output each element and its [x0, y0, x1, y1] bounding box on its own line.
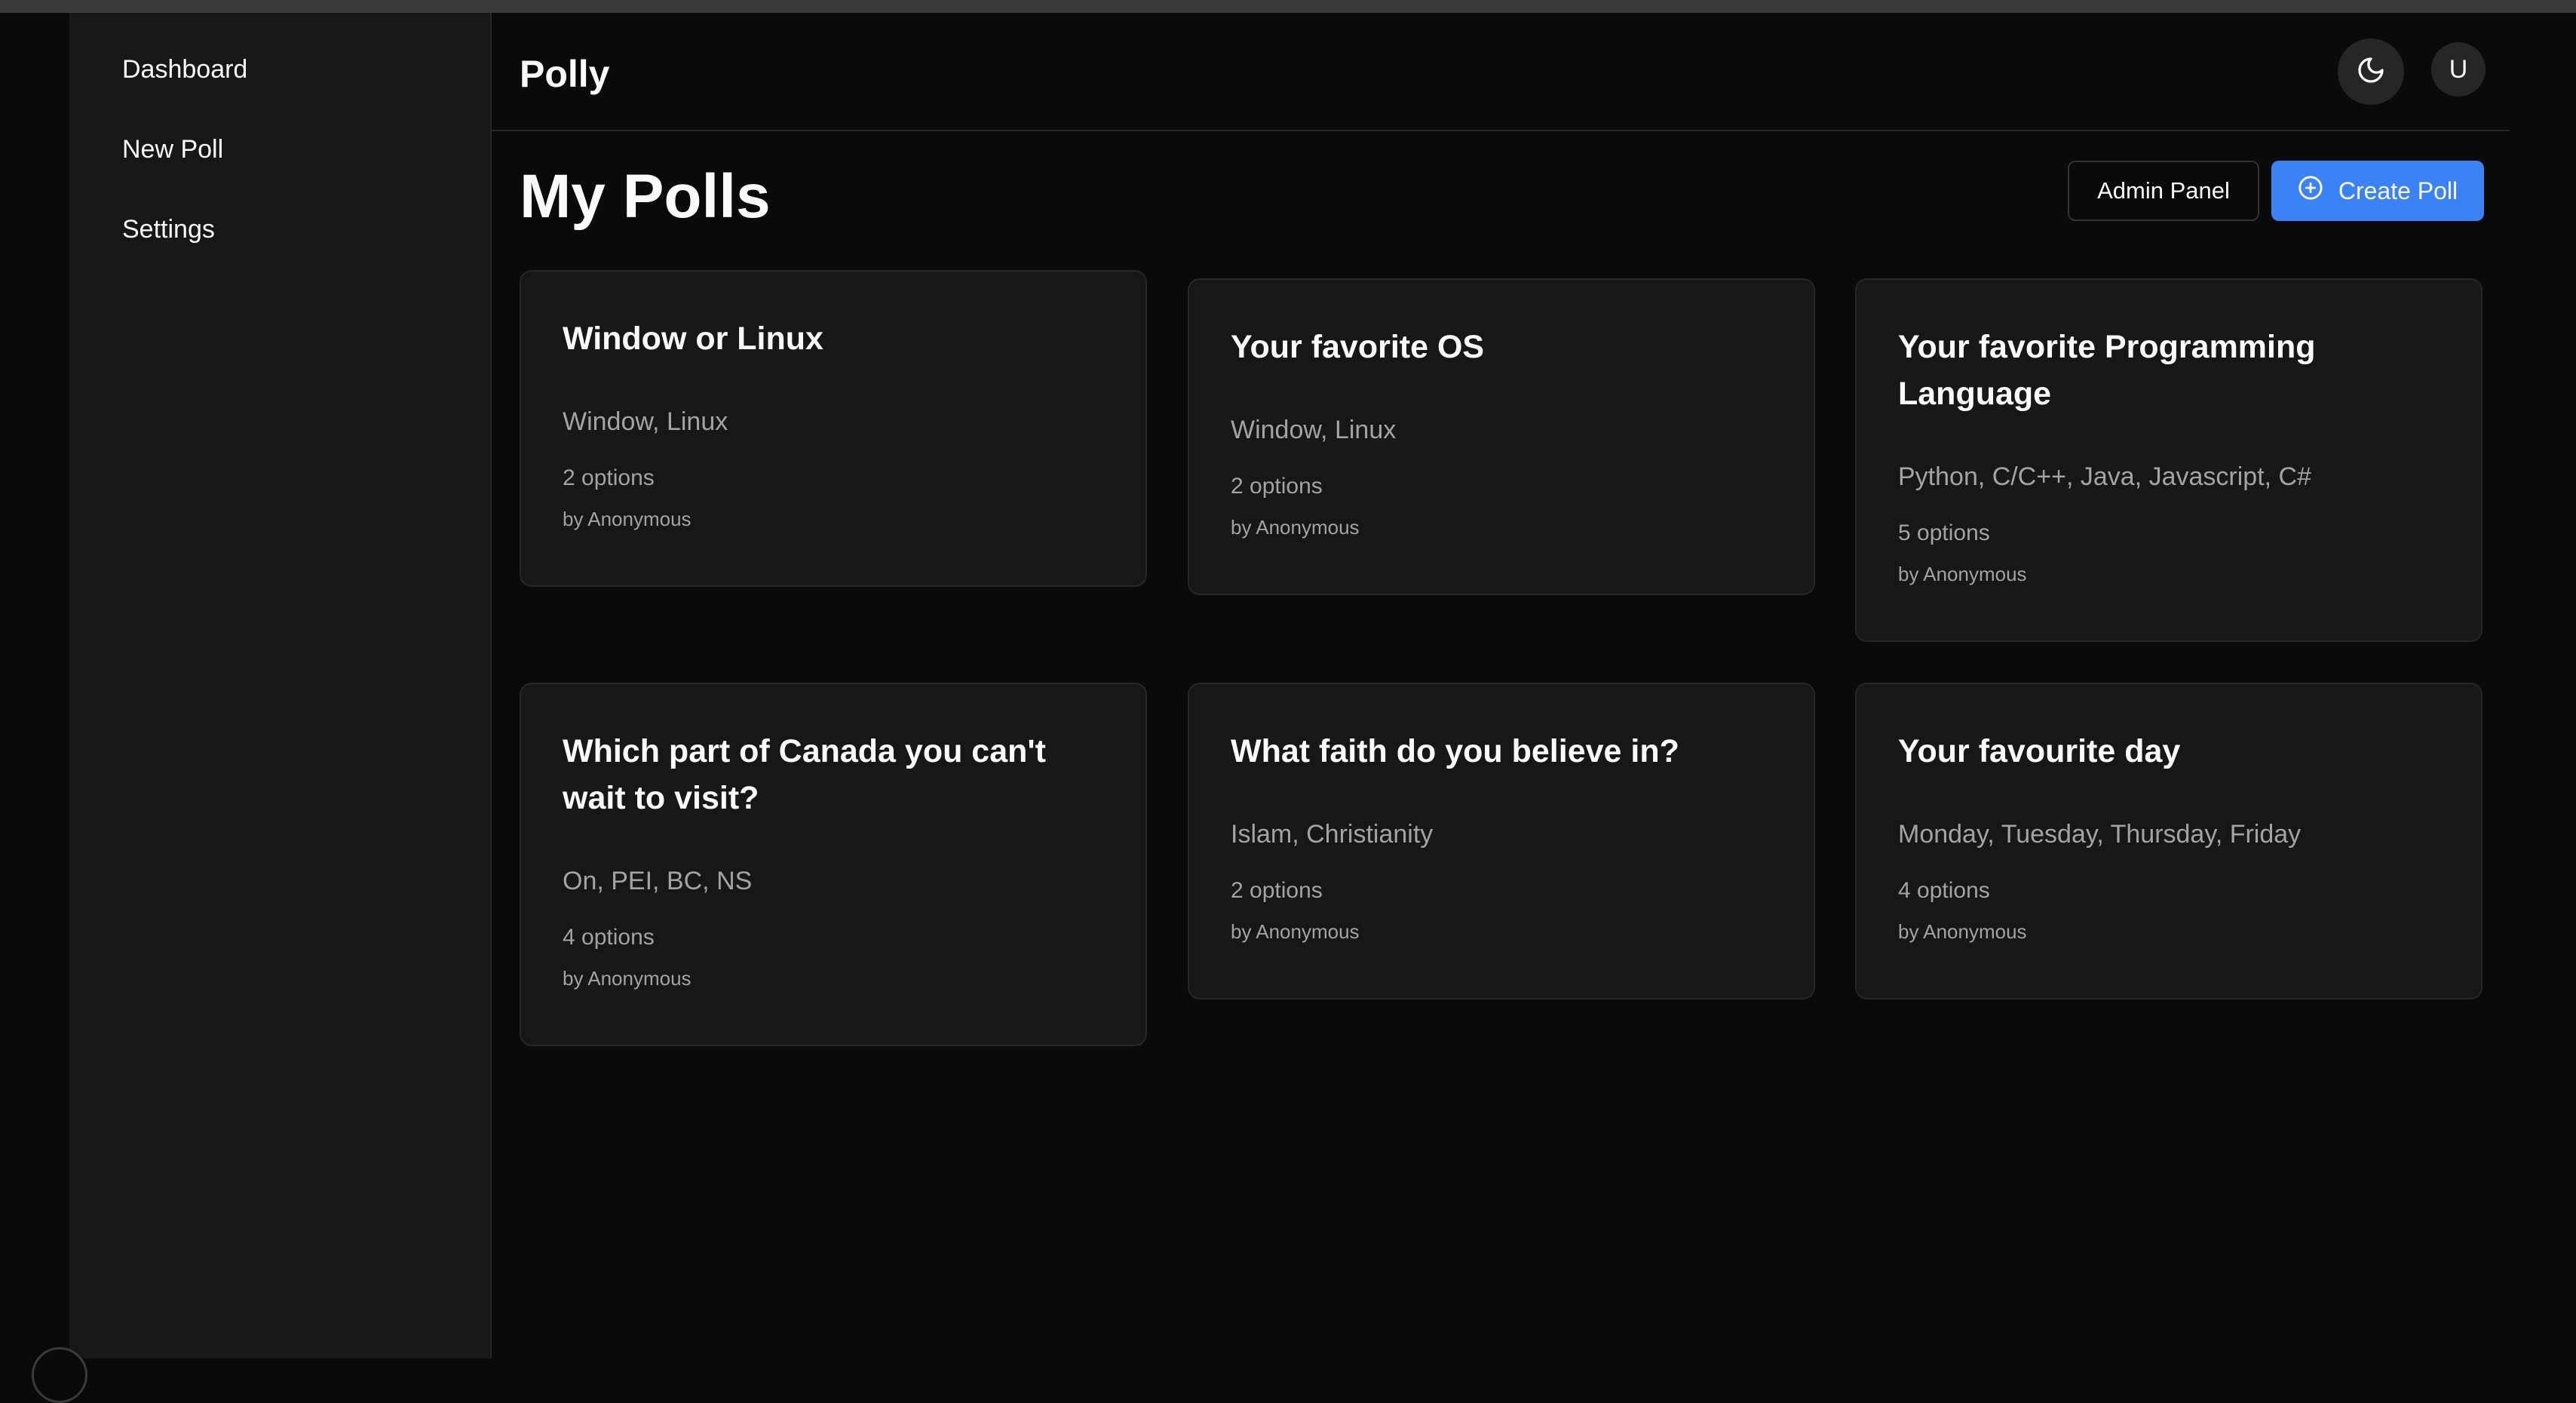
poll-card[interactable]: Your favorite OS Window, Linux 2 options… [1188, 278, 1815, 595]
poll-question: Window or Linux [563, 321, 823, 357]
poll-card[interactable]: Window or Linux Window, Linux 2 options … [520, 270, 1147, 587]
sidebar-item-new-poll[interactable]: New Poll [122, 135, 223, 164]
poll-question: What faith do you believe in? [1231, 733, 1679, 769]
poll-author: by Anonymous [563, 967, 692, 990]
brand-logo-text[interactable]: Polly [520, 52, 609, 96]
poll-author: by Anonymous [1898, 920, 2027, 943]
poll-card[interactable]: Which part of Canada you can't wait to v… [520, 683, 1147, 1046]
poll-option-count: 2 options [1231, 474, 1323, 499]
poll-card[interactable]: What faith do you believe in? Islam, Chr… [1188, 683, 1815, 999]
poll-options: Islam, Christianity [1231, 820, 1434, 849]
poll-author: by Anonymous [1231, 920, 1360, 943]
poll-options: Window, Linux [1231, 416, 1397, 444]
corner-floating-button[interactable] [32, 1347, 87, 1403]
poll-question: Which part of Canada you can't wait to v… [563, 733, 1046, 816]
poll-option-count: 5 options [1898, 520, 1990, 545]
sidebar-item-dashboard[interactable]: Dashboard [122, 55, 247, 84]
poll-author: by Anonymous [1231, 516, 1360, 539]
window-top-strip [0, 0, 2576, 13]
poll-question: Your favourite day [1898, 733, 2181, 769]
poll-options: Monday, Tuesday, Thursday, Friday [1898, 820, 2302, 849]
plus-circle-icon [2298, 175, 2323, 207]
top-header: Polly U [492, 13, 2510, 131]
poll-author: by Anonymous [563, 508, 692, 530]
admin-panel-button[interactable]: Admin Panel [2068, 161, 2259, 221]
create-poll-label: Create Poll [2338, 177, 2458, 204]
poll-options: Window, Linux [563, 407, 728, 436]
poll-question: Your favorite OS [1231, 329, 1485, 365]
poll-option-count: 4 options [563, 925, 655, 950]
user-avatar[interactable]: U [2431, 42, 2486, 97]
page-title: My Polls [520, 162, 771, 231]
poll-option-count: 4 options [1898, 878, 1990, 903]
poll-option-count: 2 options [563, 465, 655, 490]
poll-author: by Anonymous [1898, 563, 2027, 585]
poll-card[interactable]: Your favorite Programming Language Pytho… [1855, 278, 2482, 642]
poll-option-count: 2 options [1231, 878, 1323, 903]
poll-options: On, PEI, BC, NS [563, 867, 753, 895]
left-gutter [0, 13, 69, 1358]
moon-icon [2356, 55, 2386, 89]
main-content: Polly U My Polls Admin Panel Create Poll… [492, 13, 2510, 1358]
poll-card[interactable]: Your favourite day Monday, Tuesday, Thur… [1855, 683, 2482, 999]
poll-question: Your favorite Programming Language [1898, 329, 2316, 412]
poll-options: Python, C/C++, Java, Javascript, C# [1898, 462, 2312, 491]
create-poll-button[interactable]: Create Poll [2271, 161, 2484, 221]
right-gutter [2510, 13, 2576, 1358]
sidebar-item-settings[interactable]: Settings [122, 215, 215, 244]
sidebar: Dashboard New Poll Settings [69, 13, 492, 1358]
theme-toggle-button[interactable] [2338, 38, 2404, 105]
